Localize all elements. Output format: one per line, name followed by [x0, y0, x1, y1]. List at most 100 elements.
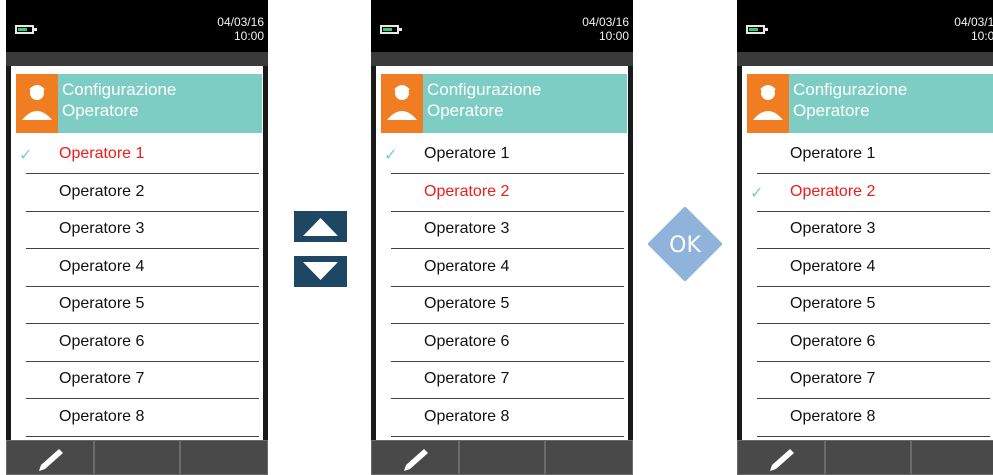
content-panel: Configurazione Operatore ✓ Operatore 1 Ope… — [11, 66, 263, 475]
operator-label: Operatore 2 — [790, 182, 876, 200]
edit-button[interactable] — [6, 440, 94, 475]
list-item[interactable]: Operatore 4 — [742, 250, 993, 287]
list-item[interactable]: Operatore 8 — [742, 400, 993, 437]
list-item[interactable]: Operatore 1 — [742, 137, 993, 174]
check-icon: ✓ — [750, 184, 764, 202]
operator-icon — [747, 74, 789, 133]
page-header: Configurazione Operatore — [381, 74, 627, 133]
list-item[interactable]: Operatore 2 — [11, 175, 263, 212]
status-bar: 04/03/16 10:00 — [6, 0, 268, 52]
content-panel: Configurazione Operatore Operatore 1 ✓ Ope… — [742, 66, 993, 475]
date-text: 04/03/16 — [217, 15, 264, 29]
page-title: Configurazione Operatore — [793, 79, 907, 121]
list-item[interactable]: Operatore 2 — [376, 175, 628, 212]
list-item[interactable]: Operatore 4 — [376, 250, 628, 287]
list-item[interactable]: Operatore 3 — [742, 212, 993, 249]
divider-bar — [371, 52, 633, 66]
toolbar-button-2[interactable] — [94, 440, 180, 475]
row-divider — [26, 435, 259, 437]
operator-label: Operatore 6 — [424, 332, 510, 350]
toolbar-button-3[interactable] — [911, 440, 993, 475]
operator-label: Operatore 7 — [790, 370, 876, 387]
ok-button[interactable]: OK — [648, 207, 722, 281]
time-text: 10:00 — [233, 29, 264, 43]
page-title: Configurazione Operatore — [62, 79, 176, 121]
list-item[interactable]: Operatore 7 — [742, 362, 993, 399]
title-line-1: Configurazione — [427, 80, 542, 99]
toolbar-button-3[interactable] — [545, 440, 633, 475]
row-divider — [757, 435, 990, 437]
list-item[interactable]: Operatore 5 — [742, 287, 993, 324]
divider-bar — [6, 52, 268, 66]
operator-label: Operatore 4 — [59, 257, 145, 275]
toolbar-button-2[interactable] — [459, 440, 545, 475]
toolbar-button-3[interactable] — [180, 440, 268, 475]
down-arrow-button[interactable] — [294, 256, 347, 287]
title-line-2: Operatore — [793, 101, 870, 120]
operator-label: Operatore 6 — [790, 332, 876, 350]
operator-label: Operatore 8 — [790, 407, 876, 425]
content-panel: Configurazione Operatore ✓ Operatore 1 Ope… — [376, 66, 628, 475]
title-line-2: Operatore — [427, 101, 504, 120]
date-text: 04/03/16 — [582, 15, 629, 29]
date-time: 04/03/16 10:00 — [954, 15, 993, 43]
list-item[interactable]: ✓ Operatore 2 — [742, 175, 993, 212]
battery-icon — [746, 25, 768, 34]
title-line-1: Configurazione — [793, 80, 908, 99]
check-icon: ✓ — [384, 147, 398, 164]
list-item[interactable]: Operatore 6 — [742, 325, 993, 362]
operator-icon — [16, 74, 58, 133]
operator-label: Operatore 4 — [790, 257, 876, 275]
pencil-icon — [39, 449, 63, 471]
operator-label: Operatore 2 — [59, 182, 145, 200]
operator-label: Operatore 1 — [59, 145, 145, 162]
operator-label: Operatore 8 — [59, 407, 145, 425]
operator-label: Operatore 7 — [59, 370, 145, 387]
list-item[interactable]: Operatore 3 — [376, 212, 628, 249]
device-screen-1: 04/03/16 10:00 Configurazione Operatore … — [6, 0, 268, 475]
list-item[interactable]: Operatore 6 — [11, 325, 263, 362]
list-item[interactable]: ✓ Operatore 1 — [376, 137, 628, 174]
edit-button[interactable] — [737, 440, 825, 475]
page-header: Configurazione Operatore — [16, 74, 262, 133]
toolbar-button-2[interactable] — [825, 440, 911, 475]
battery-icon — [380, 25, 402, 34]
operator-label: Operatore 5 — [59, 295, 145, 312]
pencil-icon — [770, 449, 794, 471]
ok-key-icon: OK — [648, 207, 722, 281]
operator-label: Operatore 1 — [424, 145, 510, 162]
date-time: 04/03/16 10:00 — [217, 15, 264, 43]
list-item[interactable]: Operatore 7 — [376, 362, 628, 399]
operator-label: Operatore 3 — [59, 220, 145, 237]
divider-bar — [737, 52, 993, 66]
up-arrow-button[interactable] — [294, 211, 347, 242]
time-text: 10:00 — [598, 29, 629, 43]
operator-label: Operatore 3 — [424, 220, 510, 237]
title-line-1: Configurazione — [62, 80, 177, 99]
list-item[interactable]: Operatore 3 — [11, 212, 263, 249]
toolbar — [6, 440, 268, 475]
ok-label: OK — [669, 233, 701, 258]
operator-label: Operatore 3 — [790, 220, 876, 237]
page-header: Configurazione Operatore — [747, 74, 993, 133]
battery-icon — [15, 25, 37, 34]
list-item[interactable]: Operatore 5 — [11, 287, 263, 324]
operator-label: Operatore 6 — [59, 332, 145, 350]
operator-label: Operatore 2 — [424, 182, 510, 200]
list-item[interactable]: Operatore 4 — [11, 250, 263, 287]
operator-label: Operatore 1 — [790, 145, 876, 162]
page-title: Configurazione Operatore — [427, 79, 541, 121]
toolbar — [371, 440, 633, 475]
row-divider — [391, 435, 624, 437]
list-item[interactable]: ✓ Operatore 1 — [11, 137, 263, 174]
list-item[interactable]: Operatore 7 — [11, 362, 263, 399]
list-item[interactable]: Operatore 8 — [376, 400, 628, 437]
operator-label: Operatore 7 — [424, 370, 510, 387]
list-item[interactable]: Operatore 6 — [376, 325, 628, 362]
list-item[interactable]: Operatore 8 — [11, 400, 263, 437]
operator-icon — [381, 74, 423, 133]
list-item[interactable]: Operatore 5 — [376, 287, 628, 324]
edit-button[interactable] — [371, 440, 459, 475]
device-screen-3: 04/03/16 10:00 Configurazione Operatore … — [737, 0, 993, 475]
operator-label: Operatore 4 — [424, 257, 510, 275]
